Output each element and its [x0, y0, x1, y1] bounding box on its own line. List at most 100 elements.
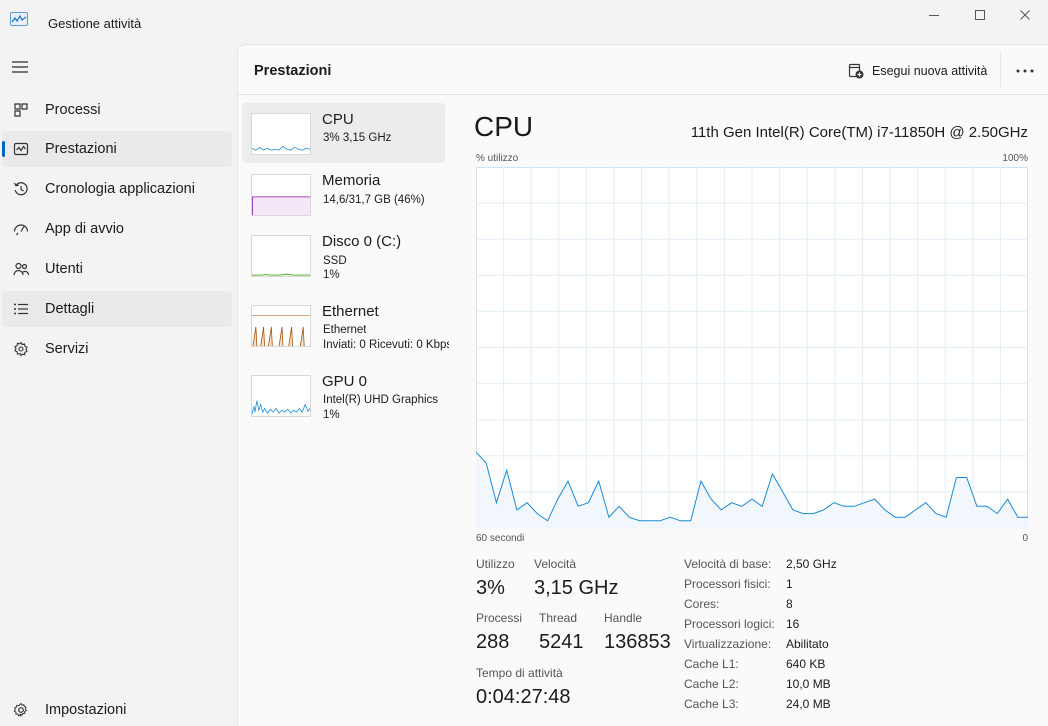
memory-thumbnail-fill [252, 196, 310, 215]
more-dots-icon [1016, 69, 1034, 73]
startup-speedometer-icon [12, 220, 30, 238]
processes-value: 288 [476, 631, 510, 653]
utilization-label: Utilizzo [476, 557, 515, 571]
spec-label: Cache L3: [684, 697, 739, 711]
resource-name: Memoria [322, 172, 381, 189]
disk-thumbnail-graph [251, 235, 311, 277]
resource-detail: 3% 3,15 GHz [323, 132, 392, 144]
run-new-task-button[interactable]: Esegui nuova attività [848, 59, 987, 83]
sidebar-item-impostazioni[interactable]: Impostazioni [2, 692, 232, 726]
threads-value: 5241 [539, 631, 584, 653]
speed-value: 3,15 GHz [534, 577, 619, 599]
resource-item-ethernet[interactable]: Ethernet Ethernet Inviati: 0 Ricevuti: 0… [242, 295, 449, 355]
spec-label: Processori logici: [684, 617, 775, 631]
spec-value: 8 [786, 597, 793, 611]
processes-grid-icon [12, 101, 30, 119]
resource-item-gpu[interactable]: GPU 0 Intel(R) UHD Graphics 1% [242, 365, 445, 425]
spec-value: 24,0 MB [786, 697, 831, 711]
spec-label: Cores: [684, 597, 720, 611]
resource-name: Disco 0 (C:) [322, 233, 402, 250]
hamburger-menu-button[interactable] [12, 60, 32, 76]
disk-thumbnail-line [252, 273, 310, 276]
ethernet-thumbnail-spikes [252, 326, 305, 346]
handles-label: Handle [604, 611, 643, 625]
ethernet-thumbnail-graph [251, 305, 311, 347]
sidebar-item-label: Dettagli [45, 301, 95, 317]
resource-name: Ethernet [322, 303, 379, 320]
gpu-thumbnail-line [252, 400, 310, 415]
maximize-icon [975, 10, 985, 20]
task-manager-icon [10, 12, 28, 26]
sidebar-item-label: App di avvio [45, 221, 124, 237]
sidebar-item-app-avvio[interactable]: App di avvio [2, 211, 232, 247]
spec-value: 10,0 MB [786, 677, 831, 691]
spec-value: 2,50 GHz [786, 557, 837, 571]
more-options-button[interactable] [1012, 59, 1038, 83]
spec-value: 1 [786, 577, 793, 591]
title-bar: Gestione attività [0, 0, 1048, 44]
sidebar-item-cronologia[interactable]: Cronologia applicazioni [2, 171, 232, 207]
minimize-icon [929, 15, 939, 16]
spec-label: Velocità di base: [684, 557, 772, 571]
main-panel: Prestazioni Esegui nuova attività CPU 3%… [237, 44, 1048, 726]
header-separator [1000, 53, 1001, 87]
resource-detail: 14,6/31,7 GB (46%) [323, 194, 425, 206]
selection-indicator [2, 141, 5, 157]
services-puzzle-icon [12, 340, 30, 358]
threads-label: Thread [539, 611, 578, 625]
resource-usage: 1% [323, 269, 340, 281]
sidebar-item-processi[interactable]: Processi [2, 92, 232, 128]
resource-detail: Intel(R) UHD Graphics [323, 394, 439, 406]
cpu-thumbnail-line [252, 145, 310, 151]
resource-item-cpu[interactable]: CPU 3% 3,15 GHz [242, 103, 445, 163]
sidebar-item-label: Servizi [45, 341, 89, 357]
resource-item-memoria[interactable]: Memoria 14,6/31,7 GB (46%) [242, 164, 445, 224]
processes-label: Processi [476, 611, 523, 625]
resource-item-disco[interactable]: Disco 0 (C:) SSD 1% [242, 225, 445, 285]
graph-x-span: 60 secondi [476, 533, 525, 544]
detail-title: CPU [474, 111, 534, 142]
sidebar-item-prestazioni[interactable]: Prestazioni [2, 131, 232, 167]
spec-label: Processori fisici: [684, 577, 771, 591]
spec-value: 640 KB [786, 657, 826, 671]
resource-name: CPU [322, 111, 354, 128]
sidebar-item-label: Utenti [45, 261, 83, 277]
history-clock-icon [12, 180, 30, 198]
graph-y-label: % utilizzo [476, 153, 519, 164]
cpu-utilization-graph [476, 167, 1028, 528]
handles-value: 136853 [604, 631, 671, 653]
spec-label: Cache L1: [684, 657, 739, 671]
sidebar-item-dettagli[interactable]: Dettagli [2, 291, 232, 327]
settings-gear-icon [12, 701, 30, 719]
resource-name: GPU 0 [322, 373, 368, 390]
sidebar-item-servizi[interactable]: Servizi [2, 331, 232, 367]
sidebar-item-label: Processi [45, 102, 101, 118]
resource-usage: 1% [323, 409, 340, 421]
maximize-button[interactable] [957, 4, 1003, 26]
sidebar-item-label: Impostazioni [45, 702, 127, 718]
app-title: Gestione attività [48, 16, 142, 31]
sidebar-item-label: Prestazioni [45, 141, 117, 157]
spec-label: Virtualizzazione: [684, 637, 772, 651]
run-new-task-label: Esegui nuova attività [872, 64, 988, 78]
graph-grid [476, 167, 1028, 528]
page-title: Prestazioni [254, 63, 332, 79]
resource-traffic: Inviati: 0 Ricevuti: 0 Kbps [323, 339, 449, 351]
minimize-button[interactable] [911, 4, 957, 26]
graph-x-end: 0 [1022, 533, 1028, 544]
spec-label: Cache L2: [684, 677, 739, 691]
cpu-model-name: 11th Gen Intel(R) Core(TM) i7-11850H @ 2… [690, 124, 1028, 141]
speed-label: Velocità [534, 557, 577, 571]
users-icon [12, 260, 30, 278]
hamburger-icon [12, 61, 28, 73]
new-task-icon [848, 63, 864, 79]
utilization-value: 3% [476, 577, 505, 599]
close-button[interactable] [1002, 4, 1048, 26]
sidebar-item-label: Cronologia applicazioni [45, 181, 195, 197]
sidebar-item-utenti[interactable]: Utenti [2, 251, 232, 287]
memory-thumbnail-graph [251, 174, 311, 216]
details-list-icon [12, 300, 30, 318]
resource-detail: SSD [323, 255, 347, 267]
spec-value: 16 [786, 617, 800, 631]
spec-value: Abilitato [786, 637, 829, 651]
